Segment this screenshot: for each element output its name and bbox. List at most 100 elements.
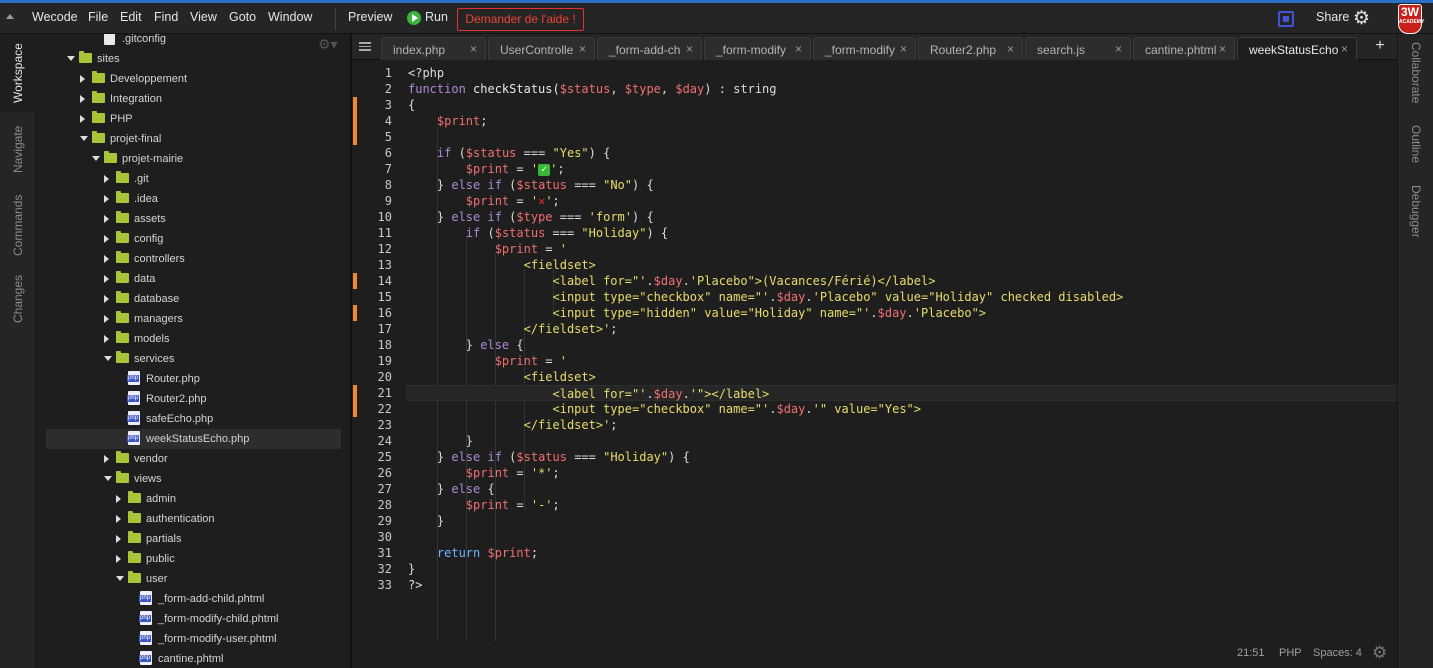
editor-tab[interactable]: UserControlle × xyxy=(488,37,595,60)
close-tab-icon[interactable]: × xyxy=(1115,42,1122,56)
caret-down-icon[interactable] xyxy=(116,576,124,581)
close-tab-icon[interactable]: × xyxy=(1007,42,1014,56)
caret-down-icon[interactable] xyxy=(104,476,112,481)
code-line[interactable]: if ($status === "Yes") { xyxy=(406,145,1397,161)
caret-right-icon[interactable] xyxy=(104,235,109,243)
caret-right-icon[interactable] xyxy=(80,95,85,103)
panel-tab-workspace[interactable]: Workspace xyxy=(0,34,36,112)
run-icon[interactable] xyxy=(407,11,421,25)
code-line[interactable]: } xyxy=(406,561,1397,577)
indent-setting[interactable]: Spaces: 4 xyxy=(1313,647,1362,659)
code-line[interactable]: ?> xyxy=(406,577,1397,593)
editor-tab[interactable]: index.php × xyxy=(381,37,486,60)
code-line[interactable]: $print = ' xyxy=(406,241,1397,257)
settings-gear-icon[interactable]: ⚙ xyxy=(1353,9,1370,29)
code-line[interactable]: <label for="'.$day.'Placebo">(Vacances/F… xyxy=(406,273,1397,289)
code-line[interactable]: } xyxy=(406,433,1397,449)
caret-right-icon[interactable] xyxy=(116,515,121,523)
code-line[interactable]: $print; xyxy=(406,113,1397,129)
panel-tab-outline[interactable]: Outline xyxy=(1398,114,1433,174)
code-line[interactable]: <fieldset> xyxy=(406,369,1397,385)
close-tab-icon[interactable]: × xyxy=(470,42,477,56)
tree-folder[interactable]: Integration xyxy=(37,89,350,109)
tree-folder[interactable]: Developpement xyxy=(37,69,350,89)
tree-folder[interactable]: admin xyxy=(37,489,350,509)
tree-folder[interactable]: .git xyxy=(37,169,350,189)
code-line[interactable]: } else { xyxy=(406,481,1397,497)
code-line[interactable]: return $print; xyxy=(406,545,1397,561)
caret-right-icon[interactable] xyxy=(116,555,121,563)
caret-right-icon[interactable] xyxy=(116,495,121,503)
caret-down-icon[interactable] xyxy=(104,356,112,361)
tree-folder[interactable]: controllers xyxy=(37,249,350,269)
editor-tab[interactable]: search.js × xyxy=(1025,37,1131,60)
caret-right-icon[interactable] xyxy=(104,175,109,183)
tree-folder[interactable]: public xyxy=(37,549,350,569)
close-tab-icon[interactable]: × xyxy=(1219,42,1226,56)
editor-tab[interactable]: cantine.phtml × xyxy=(1133,37,1235,60)
code-line[interactable] xyxy=(406,529,1397,545)
preview-button[interactable]: Preview xyxy=(348,10,392,24)
menu-view[interactable]: View xyxy=(190,10,217,24)
code-line[interactable]: { xyxy=(406,97,1397,113)
close-tab-icon[interactable]: × xyxy=(900,42,907,56)
caret-down-icon[interactable] xyxy=(92,156,100,161)
tree-folder[interactable]: models xyxy=(37,329,350,349)
code-line[interactable]: <label for="'.$day.'"></label> xyxy=(406,385,1397,401)
code-line[interactable]: <input type="hidden" value="Holiday" nam… xyxy=(406,305,1397,321)
tree-folder[interactable]: views xyxy=(37,469,350,489)
tree-folder[interactable]: vendor xyxy=(37,449,350,469)
caret-right-icon[interactable] xyxy=(80,75,85,83)
caret-right-icon[interactable] xyxy=(104,315,109,323)
code-line[interactable]: </fieldset>'; xyxy=(406,417,1397,433)
code-editor[interactable]: <?php function checkStatus($status, $type… xyxy=(406,61,1397,641)
tree-folder[interactable]: data xyxy=(37,269,350,289)
editor-tab[interactable]: _form-modify × xyxy=(704,37,811,60)
tree-file[interactable]: Router.php xyxy=(37,369,350,389)
menu-collapse-icon[interactable] xyxy=(6,14,14,19)
menu-file[interactable]: File xyxy=(88,10,108,24)
language-mode[interactable]: PHP xyxy=(1279,647,1302,659)
caret-right-icon[interactable] xyxy=(104,295,109,303)
editor-tab[interactable]: _form-add-ch × xyxy=(597,37,702,60)
cursor-position[interactable]: 21:51 xyxy=(1237,647,1265,659)
close-tab-icon[interactable]: × xyxy=(686,42,693,56)
code-line[interactable]: } else { xyxy=(406,337,1397,353)
tree-file[interactable]: .gitconfig xyxy=(37,34,350,49)
tree-folder[interactable]: projet-mairie xyxy=(37,149,350,169)
code-line[interactable]: function checkStatus($status, $type, $da… xyxy=(406,81,1397,97)
panel-tab-collaborate[interactable]: Collaborate xyxy=(1398,34,1433,112)
tree-file[interactable]: _form-modify-user.phtml xyxy=(37,629,350,649)
help-button[interactable]: Demander de l'aide ! xyxy=(457,8,584,31)
code-line[interactable] xyxy=(406,129,1397,145)
code-line[interactable]: if ($status === "Holiday") { xyxy=(406,225,1397,241)
menu-window[interactable]: Window xyxy=(268,10,312,24)
tree-folder[interactable]: authentication xyxy=(37,509,350,529)
menu-goto[interactable]: Goto xyxy=(229,10,256,24)
editor-tab[interactable]: _form-modify × xyxy=(813,37,916,60)
code-line[interactable]: $print = ' ✓ '; xyxy=(406,161,1397,177)
code-line[interactable]: <?php xyxy=(406,65,1397,81)
tree-file[interactable]: _form-add-child.phtml xyxy=(37,589,350,609)
code-line[interactable]: } else if ($status === "No") { xyxy=(406,177,1397,193)
caret-right-icon[interactable] xyxy=(116,535,121,543)
panel-tab-debugger[interactable]: Debugger xyxy=(1398,176,1433,246)
tree-file[interactable]: Router2.php xyxy=(37,389,350,409)
code-line[interactable]: } xyxy=(406,513,1397,529)
add-tab-button[interactable]: + xyxy=(1367,37,1393,57)
panel-tab-navigate[interactable]: Navigate xyxy=(0,112,36,186)
caret-right-icon[interactable] xyxy=(104,215,109,223)
menu-edit[interactable]: Edit xyxy=(120,10,142,24)
tree-folder[interactable]: database xyxy=(37,289,350,309)
tree-folder[interactable]: projet-final xyxy=(37,129,350,149)
tree-folder[interactable]: .idea xyxy=(37,189,350,209)
collaborators-icon[interactable] xyxy=(1278,11,1294,27)
close-tab-icon[interactable]: × xyxy=(795,42,802,56)
share-button[interactable]: Share xyxy=(1316,10,1349,24)
tree-file[interactable]: cantine.phtml xyxy=(37,649,350,668)
code-line[interactable]: $print = '✕'; xyxy=(406,193,1397,209)
panel-tab-commands[interactable]: Commands xyxy=(0,186,36,264)
code-line[interactable]: <input type="checkbox" name="'.$day.'" v… xyxy=(406,401,1397,417)
tree-file[interactable]: _form-modify-child.phtml xyxy=(37,609,350,629)
caret-right-icon[interactable] xyxy=(104,255,109,263)
